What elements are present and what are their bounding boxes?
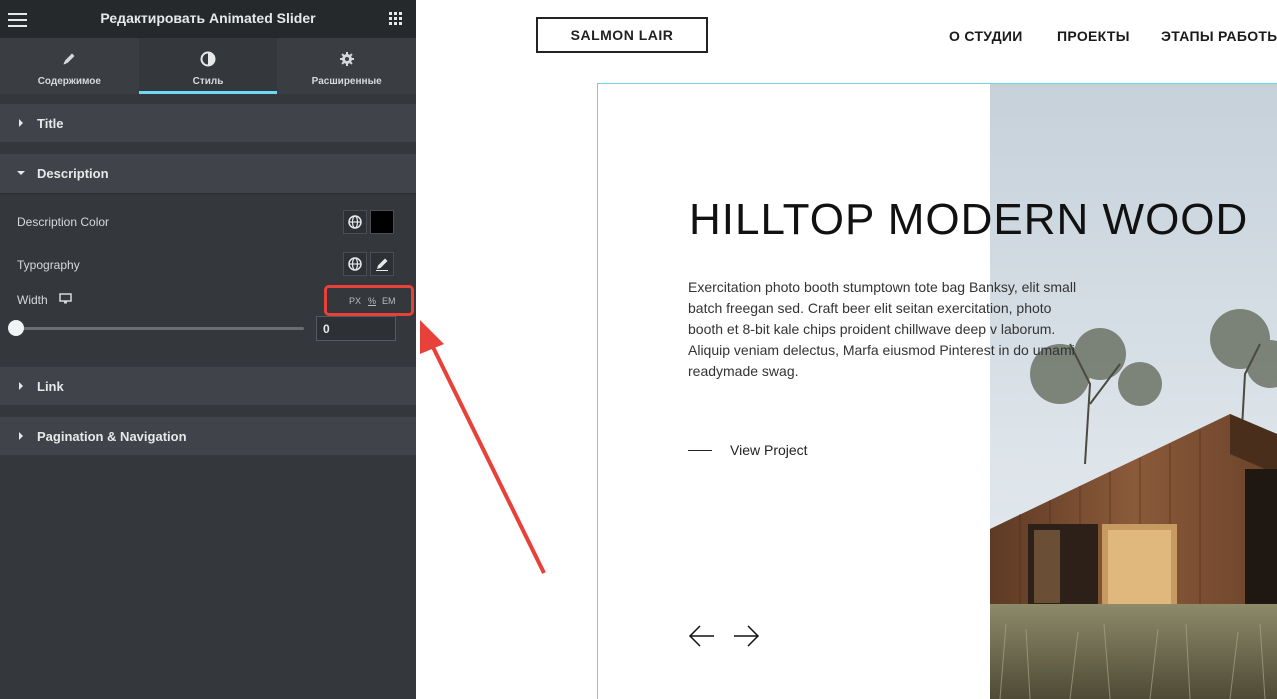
panel-tabs: Содержимое Стиль Расширенные bbox=[0, 38, 416, 94]
nav-item-projects[interactable]: ПРОЕКТЫ bbox=[1057, 28, 1130, 44]
editor-panel: Редактировать Animated Slider Содержимое… bbox=[0, 0, 416, 699]
gear-icon bbox=[339, 52, 354, 66]
unit-em[interactable]: EM bbox=[382, 296, 396, 306]
section-link-label: Link bbox=[37, 379, 64, 394]
section-pagination-label: Pagination & Navigation bbox=[37, 429, 187, 444]
page-preview: SALMON LAIR О СТУДИИ ПРОЕКТЫ ЭТАПЫ РАБОТ… bbox=[416, 0, 1277, 699]
unit-percent[interactable]: % bbox=[368, 296, 376, 306]
nav-item-stages[interactable]: ЭТАПЫ РАБОТЫ bbox=[1161, 28, 1277, 44]
description-color-swatch[interactable] bbox=[370, 210, 394, 234]
width-slider-handle[interactable] bbox=[8, 320, 24, 336]
caret-down-icon bbox=[17, 171, 25, 175]
nav-item-about[interactable]: О СТУДИИ bbox=[949, 28, 1023, 44]
unit-px[interactable]: PX bbox=[349, 296, 361, 306]
globe-icon bbox=[348, 257, 362, 271]
slide-photo bbox=[990, 84, 1277, 699]
site-logo[interactable]: SALMON LAIR bbox=[536, 17, 708, 53]
section-title-label: Title bbox=[37, 116, 64, 131]
slide-description: Exercitation photo booth stumptown tote … bbox=[688, 279, 1077, 379]
section-pagination-navigation[interactable]: Pagination & Navigation bbox=[0, 417, 416, 455]
description-color-label: Description Color bbox=[17, 215, 110, 229]
view-project-link[interactable]: View Project bbox=[730, 442, 808, 458]
section-description[interactable]: Description bbox=[0, 154, 416, 194]
slide-title: HILLTOP MODERN WOOD bbox=[689, 195, 1249, 244]
pencil-icon bbox=[376, 258, 388, 271]
caret-right-icon bbox=[19, 382, 23, 390]
caret-right-icon bbox=[19, 432, 23, 440]
tab-style[interactable]: Стиль bbox=[138, 38, 278, 94]
panel-header: Редактировать Animated Slider bbox=[0, 0, 416, 38]
units-switcher: PX % EM bbox=[324, 285, 414, 316]
desktop-icon[interactable] bbox=[59, 293, 72, 305]
widgets-grid-icon[interactable] bbox=[389, 12, 402, 25]
tab-style-label: Стиль bbox=[192, 76, 224, 87]
edit-typography-button[interactable] bbox=[370, 252, 394, 276]
next-slide-arrow-icon[interactable] bbox=[732, 622, 760, 650]
section-title[interactable]: Title bbox=[0, 104, 416, 142]
typography-label: Typography bbox=[17, 258, 80, 272]
prev-slide-arrow-icon[interactable] bbox=[688, 622, 716, 650]
caret-right-icon bbox=[19, 119, 23, 127]
width-slider-track[interactable] bbox=[16, 327, 304, 330]
width-label: Width bbox=[17, 293, 48, 307]
width-input[interactable] bbox=[316, 316, 396, 341]
globe-icon bbox=[348, 215, 362, 229]
global-typography-button[interactable] bbox=[343, 252, 367, 276]
tab-content-label: Содержимое bbox=[37, 76, 101, 87]
pencil-icon bbox=[63, 53, 75, 65]
panel-title: Редактировать Animated Slider bbox=[100, 10, 316, 26]
half-circle-icon bbox=[200, 51, 216, 67]
section-description-label: Description bbox=[37, 166, 109, 181]
tab-advanced[interactable]: Расширенные bbox=[277, 38, 416, 94]
tab-content[interactable]: Содержимое bbox=[0, 38, 139, 94]
tab-advanced-label: Расширенные bbox=[311, 76, 382, 87]
section-link[interactable]: Link bbox=[0, 367, 416, 405]
global-color-button[interactable] bbox=[343, 210, 367, 234]
view-project-line bbox=[688, 450, 712, 451]
